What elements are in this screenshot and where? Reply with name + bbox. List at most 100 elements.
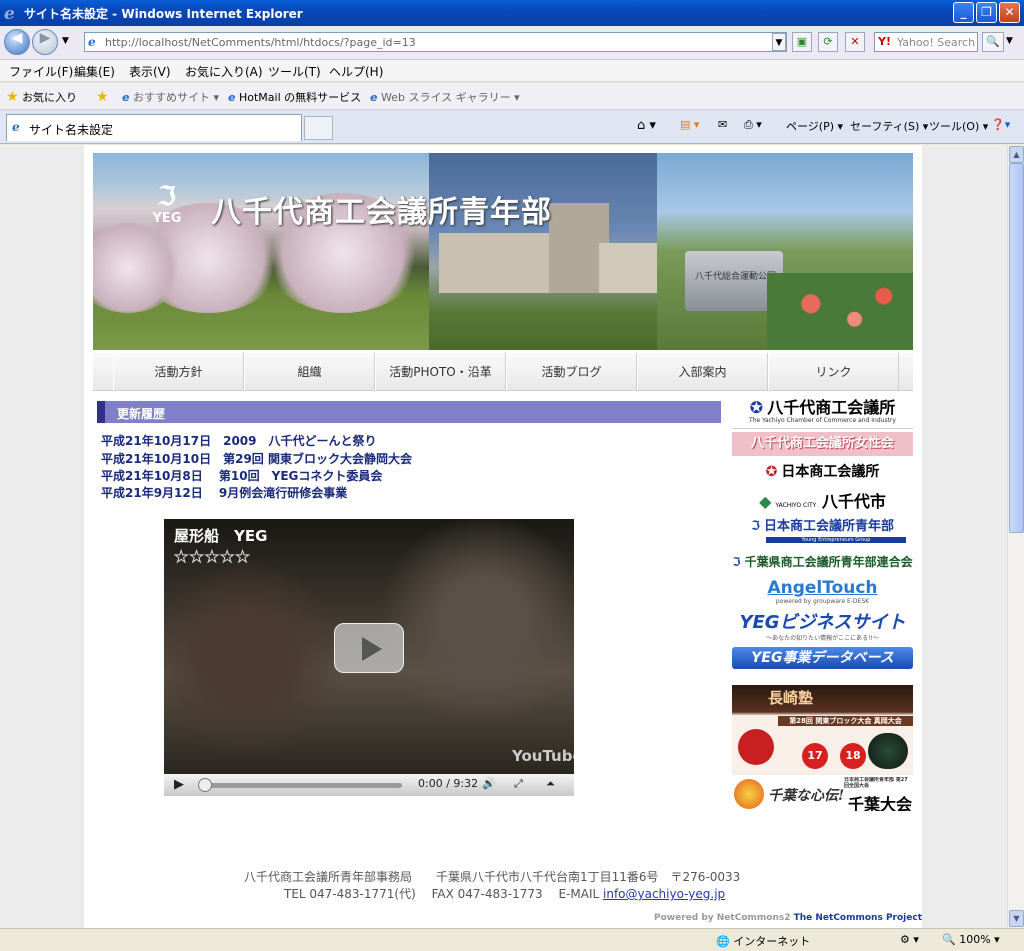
footer-email-link[interactable]: info@yachiyo-yeg.jp (603, 887, 725, 901)
new-tab-button[interactable] (304, 116, 333, 140)
tools-menu[interactable]: ツール(O) ▾ (929, 118, 988, 134)
refresh-icon[interactable]: ⟳ (818, 32, 838, 52)
banner-kanto-block[interactable]: 長崎塾 第28回 関東ブロック大会 真岡大会 17 18 (732, 685, 913, 775)
page-icon: e (88, 35, 96, 49)
player-controls: ▶ 0:00 / 9:32 🔊 ⤢ ⏶ (164, 774, 574, 796)
address-dropdown-icon[interactable]: ▼ (772, 33, 786, 51)
nav-blog[interactable]: 活動ブログ (506, 353, 637, 391)
page-menu[interactable]: ページ(P) ▾ (786, 118, 843, 134)
favorites-label: お気に入り (22, 91, 78, 104)
banner-subtext: 第28回 関東ブロック大会 真岡大会 (778, 716, 913, 726)
search-options-icon[interactable]: ▼ (1006, 36, 1013, 46)
nav-links[interactable]: リンク (768, 353, 899, 391)
banner-japan-yeg[interactable]: ℑ 日本商工会議所青年部 Young Entrepreneurs Group (732, 517, 913, 544)
favorites-button[interactable]: ★ お気に入り (6, 89, 77, 105)
tab-active[interactable]: e サイト名未設定 (6, 114, 302, 141)
menu-favorites[interactable]: お気に入り(A) (185, 63, 263, 80)
minimize-button[interactable]: _ (953, 2, 974, 23)
chiba-emblem (734, 779, 764, 809)
youtube-player[interactable]: 屋形船 YEG ★★★★★ YouTube ▶ 0:00 / 9:32 🔊 ⤢ … (164, 519, 574, 796)
menu-edit[interactable]: 編集(E) (74, 63, 115, 80)
history-dropdown-icon[interactable]: ▼ (62, 36, 69, 46)
youtube-logo[interactable]: YouTube (512, 747, 574, 765)
fav-item-hotmail[interactable]: e HotMail の無料サービス (228, 89, 361, 105)
maximize-button[interactable]: ❐ (976, 2, 997, 23)
banner-subtext: powered by groupware E-DESK (775, 598, 870, 605)
security-zone[interactable]: 🌐 インターネット (716, 933, 810, 949)
footer-address: 八千代商工会議所青年部事務局 千葉県八千代市八千代台南1丁目11番6号 〒276… (244, 870, 741, 884)
seek-bar[interactable] (198, 783, 402, 788)
yeg-logo-text: YEG (152, 211, 182, 226)
banner-text: YEGビジネスサイト (739, 612, 906, 633)
forward-button[interactable]: ▶ (32, 29, 58, 55)
seek-handle[interactable] (198, 778, 212, 792)
print-icon[interactable]: ⎙ ▾ (744, 118, 762, 132)
menu-expand-icon[interactable]: ⏶ (546, 777, 555, 791)
netcommons-link[interactable]: The NetCommons Project (794, 913, 922, 923)
nav-photo-history[interactable]: 活動PHOTO・沿革 (375, 353, 506, 391)
window-title: サイト名未設定 - Windows Internet Explorer (24, 7, 303, 21)
home-icon[interactable]: ⌂ ▾ (637, 118, 656, 133)
banner-subtext: Young Entrepreneurs Group (766, 537, 906, 543)
scroll-up-arrow-icon[interactable]: ▲ (1009, 146, 1024, 163)
banner-yeg-business[interactable]: YEGビジネスサイト 〜あなたの知りたい情報がここにある!!〜 (732, 611, 913, 645)
vertical-scrollbar[interactable]: ▲ ▼ (1007, 145, 1024, 928)
fullscreen-icon[interactable]: ⤢ (514, 777, 523, 791)
play-overlay-button[interactable] (334, 623, 404, 673)
stop-icon[interactable]: ✕ (845, 32, 865, 52)
rating-stars[interactable]: ★★★★★ (174, 547, 251, 567)
feeds-icon[interactable]: ▤ ▾ (680, 118, 699, 131)
ie-page-icon: e (228, 91, 236, 104)
fav-item-recommended[interactable]: e おすすめサイト ▾ (122, 89, 219, 105)
tab-row: e サイト名未設定 ⌂ ▾ ▤ ▾ ✉ ⎙ ▾ ページ(P) ▾ セーフティ(S… (0, 110, 1024, 144)
protected-mode-icon[interactable]: ⚙ ▾ (900, 933, 919, 946)
yeg-logo[interactable]: ℑ YEG (145, 183, 189, 231)
event-emblem (738, 729, 774, 765)
banner-text: 千葉県商工会議所青年部連合会 (744, 555, 913, 569)
search-input[interactable]: Y! Yahoo! Search (874, 32, 978, 52)
nav-policy[interactable]: 活動方針 (113, 353, 244, 391)
browser-viewport: 八千代総合運動公園 ℑ YEG 八千代商工会議所青年部 活動方針 組織 活動PHO… (0, 145, 1007, 928)
banner-text: 八千代商工会議所 (767, 399, 896, 417)
video-time: 0:00 / 9:32 (418, 777, 479, 790)
video-title[interactable]: 屋形船 YEG (174, 525, 267, 546)
menu-tools[interactable]: ツール(T) (268, 63, 321, 80)
search-button[interactable]: 🔍 (982, 32, 1004, 52)
fav-item-webslice[interactable]: e Web スライス ギャラリー ▾ (370, 89, 520, 105)
scroll-down-arrow-icon[interactable]: ▼ (1009, 910, 1024, 927)
add-favorite-icon[interactable]: ★ (96, 89, 109, 105)
nav-join[interactable]: 入部案内 (637, 353, 768, 391)
history-item[interactable]: 平成21年10月17日 2009 八千代どーんと祭り (101, 432, 377, 449)
menu-file[interactable]: ファイル(F) (9, 63, 73, 80)
banner-yeg-database[interactable]: YEG事業データベース (732, 647, 913, 669)
banner-subtext: 日本商工会議所青年部 第27回全国大会 (844, 777, 908, 789)
banner-yachiyo-cci[interactable]: ✪ 八千代商工会議所 The Yachiyo Chamber of Commerc… (732, 399, 913, 429)
powered-prefix: Powered by NetCommons2 (654, 913, 791, 923)
compat-view-icon[interactable]: ▣ (792, 32, 812, 52)
banner-chiba-national[interactable]: 千葉な心伝! 日本商工会議所青年部 第27回全国大会 千葉大会 (732, 777, 913, 811)
banner-angeltouch[interactable]: AngelTouch powered by groupware E-DESK (732, 578, 913, 608)
back-button[interactable]: ◀ (4, 29, 30, 55)
banner-text: 八千代市 (821, 492, 886, 511)
page-icon: e (12, 120, 20, 134)
scroll-thumb[interactable] (1009, 163, 1024, 533)
banner-women-association[interactable]: 八千代商工会議所女性会 (732, 432, 913, 456)
history-item[interactable]: 平成21年10月10日 第29回 関東ブロック大会静岡大会 (101, 450, 412, 467)
help-icon[interactable]: ❓▾ (991, 118, 1010, 131)
menu-help[interactable]: ヘルプ(H) (329, 63, 383, 80)
zoom-control[interactable]: 🔍 100% ▾ (942, 933, 1000, 946)
menu-view[interactable]: 表示(V) (129, 63, 171, 80)
banner-yachiyo-city[interactable]: ◆ YACHIYO CITY 八千代市 (732, 488, 913, 515)
play-icon[interactable]: ▶ (174, 777, 184, 792)
history-item[interactable]: 平成21年9月12日 9月例会滝行研修会事業 (101, 484, 347, 501)
history-item[interactable]: 平成21年10月8日 第10回 YEGコネクト委員会 (101, 467, 382, 484)
address-input[interactable]: e http://localhost/NetComments/html/htdo… (84, 32, 787, 52)
close-button[interactable]: ✕ (999, 2, 1020, 23)
mail-icon[interactable]: ✉ (718, 118, 727, 131)
volume-icon[interactable]: 🔊 (482, 777, 496, 790)
banner-chiba-yeg[interactable]: ℑ 千葉県商工会議所青年部連合会 (732, 549, 913, 576)
safety-menu[interactable]: セーフティ(S) ▾ (850, 118, 928, 134)
nav-organization[interactable]: 組織 (244, 353, 375, 391)
globe-icon: 🌐 (716, 935, 730, 948)
banner-japan-cci[interactable]: ✪ 日本商工会議所 (732, 459, 913, 486)
